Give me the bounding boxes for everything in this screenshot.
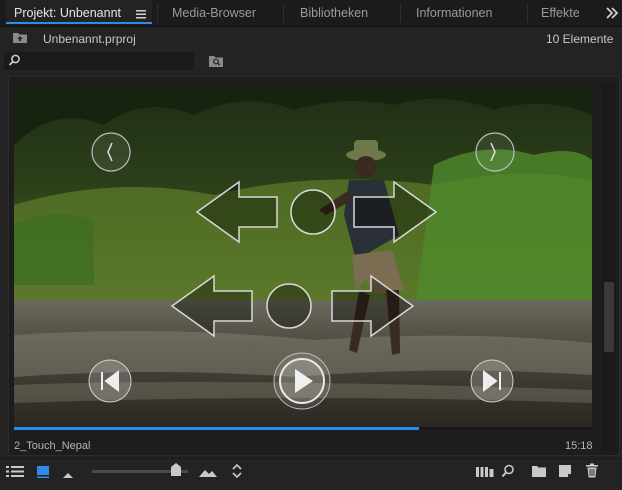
clip-name: 2_Touch_Nepal — [14, 440, 91, 452]
tab-divider — [527, 4, 528, 22]
new-bin-icon[interactable] — [531, 465, 547, 478]
hamburger-icon[interactable] — [135, 7, 147, 19]
playhead-track[interactable] — [14, 427, 592, 430]
tab-projekt[interactable]: Projekt: Unbenannt — [6, 0, 152, 24]
list-view-icon[interactable] — [6, 465, 26, 478]
item-count: 10 Elemente — [546, 32, 614, 46]
tab-divider — [400, 4, 401, 22]
tab-bibliotheken[interactable]: Bibliotheken — [300, 0, 368, 26]
scrollbar-thumb[interactable] — [604, 282, 614, 352]
thumbnail-size-icon[interactable] — [198, 465, 218, 477]
playhead-progress — [14, 427, 419, 430]
tab-effekte[interactable]: Effekte — [541, 0, 579, 26]
bottom-toolbar — [0, 458, 622, 490]
search-icon — [8, 54, 21, 67]
find-icon[interactable] — [501, 464, 515, 478]
tab-media-browser[interactable]: Media-Browser — [172, 0, 256, 26]
search-input[interactable] — [22, 53, 194, 71]
freeform-view-icon[interactable] — [61, 467, 75, 478]
zoom-slider-thumb[interactable] — [170, 463, 182, 477]
clip-duration: 15:18 — [565, 440, 593, 452]
tab-divider — [157, 4, 158, 22]
bin-search-icon[interactable] — [208, 55, 224, 68]
icon-view-icon[interactable] — [36, 465, 50, 479]
tab-divider — [283, 4, 284, 22]
automate-sequence-icon[interactable] — [475, 465, 495, 478]
clip-thumbnail[interactable] — [14, 85, 592, 430]
double-chevron-right-icon[interactable] — [605, 6, 619, 20]
project-filename: Unbenannt.prproj — [43, 32, 136, 46]
tab-informationen[interactable]: Informationen — [416, 0, 492, 26]
search-field[interactable] — [4, 52, 194, 71]
vertical-scrollbar[interactable] — [602, 84, 616, 452]
trash-icon[interactable] — [585, 463, 599, 479]
folder-up-icon[interactable] — [12, 31, 28, 44]
sort-icon[interactable] — [231, 463, 243, 479]
tab-label: Projekt: Unbenannt — [14, 6, 122, 20]
new-item-icon[interactable] — [558, 464, 572, 478]
